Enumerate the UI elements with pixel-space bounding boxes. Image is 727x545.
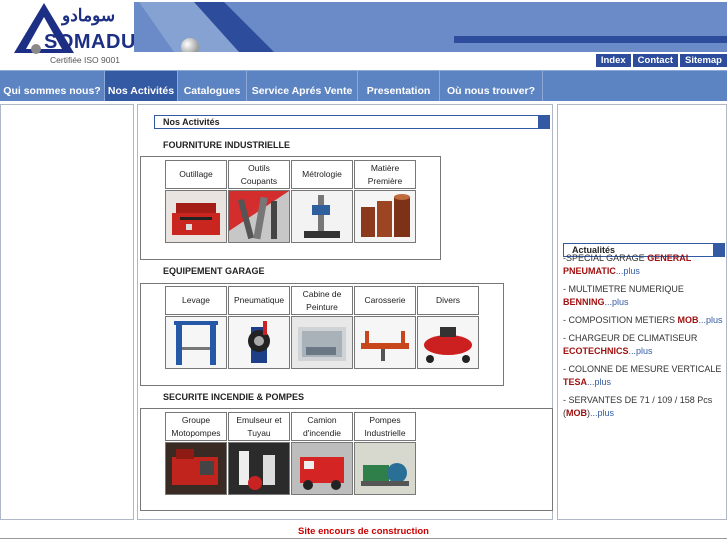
logo[interactable]: سومادو SOMADU Certifiée ISO 9001 xyxy=(0,0,136,70)
banner-band xyxy=(454,36,727,43)
item-label-outillage[interactable]: Outillage xyxy=(165,160,227,189)
news-brand: MOB xyxy=(677,315,699,325)
news-list: -SPECIAL GARAGE GENERAL PNEUMATIC...plus… xyxy=(563,252,723,425)
news-item: -SPECIAL GARAGE GENERAL PNEUMATIC...plus xyxy=(563,252,723,278)
heading-square-icon xyxy=(538,116,549,128)
news-plus-link[interactable]: ...plus xyxy=(616,266,640,276)
news-text: - COLONNE DE MESURE VERTICALE xyxy=(563,364,722,374)
item-label-divers[interactable]: Divers xyxy=(417,286,479,315)
image-emulseur-tuyau[interactable] xyxy=(228,442,290,495)
image-levage[interactable] xyxy=(165,316,227,369)
item-label-emulseur-tuyau[interactable]: Emulseur et Tuyau xyxy=(228,412,290,441)
nav-qui-sommes-nous[interactable]: Qui sommes nous? xyxy=(0,71,104,101)
news-text: -SPECIAL GARAGE xyxy=(563,253,648,263)
news-plus-link[interactable]: ...plus xyxy=(605,297,629,307)
index-link[interactable]: Index xyxy=(595,54,631,67)
category-title-securite: SECURITE INCENDIE & POMPES xyxy=(163,392,305,402)
category-title-fourniture: FOURNITURE INDUSTRIELLE xyxy=(163,140,290,150)
news-text: - COMPOSITION METIERS xyxy=(563,315,678,325)
activities-heading-text: Nos Activités xyxy=(163,117,220,127)
image-outillage[interactable] xyxy=(165,190,227,243)
news-item: - SERVANTES DE 71 / 109 / 158 Pcs (MOB).… xyxy=(563,394,723,420)
image-outils-coupants[interactable] xyxy=(228,190,290,243)
item-label-carosserie[interactable]: Carosserie xyxy=(354,286,416,315)
news-text: - CHARGEUR DE CLIMATISEUR xyxy=(563,333,698,343)
logo-arabic-text: سومادو xyxy=(62,6,116,26)
news-item: - COLONNE DE MESURE VERTICALE TESA...plu… xyxy=(563,363,723,389)
header-banner xyxy=(134,2,727,52)
iso-certification: Certifiée ISO 9001 xyxy=(50,55,120,65)
image-cabine-peinture[interactable] xyxy=(291,316,353,369)
banner-triangle-graphic xyxy=(139,2,274,52)
item-label-groupe-motopompes[interactable]: Groupe Motopompes xyxy=(165,412,227,441)
image-carosserie[interactable] xyxy=(354,316,416,369)
image-matiere-premiere[interactable] xyxy=(354,190,416,243)
image-camion-incendie[interactable] xyxy=(291,442,353,495)
nav-ou-nous-trouver[interactable]: Où nous trouver? xyxy=(439,71,543,101)
news-item: - CHARGEUR DE CLIMATISEUR ECOTECHNICS...… xyxy=(563,332,723,358)
sitemap-link[interactable]: Sitemap xyxy=(680,54,727,67)
item-label-pompes-industrielle[interactable]: Pompes Industrielle xyxy=(354,412,416,441)
item-label-levage[interactable]: Levage xyxy=(165,286,227,315)
top-links: Index Contact Sitemap xyxy=(595,54,727,67)
item-label-matiere-premiere[interactable]: Matière Première xyxy=(354,160,416,189)
item-label-camion-incendie[interactable]: Camion d'incendie xyxy=(291,412,353,441)
activities-panel: Nos Activités FOURNITURE INDUSTRIELLE Ou… xyxy=(137,104,553,520)
news-text: - MULTIMETRE NUMERIQUE xyxy=(563,284,684,294)
contact-link[interactable]: Contact xyxy=(632,54,679,67)
category-title-equipement: EQUIPEMENT GARAGE xyxy=(163,266,265,276)
item-label-pneumatique[interactable]: Pneumatique xyxy=(228,286,290,315)
page: سومادو SOMADU Certifiée ISO 9001 Index C… xyxy=(0,0,727,545)
item-label-cabine-peinture[interactable]: Cabine de Peinture xyxy=(291,286,353,315)
news-plus-link[interactable]: ...plus xyxy=(699,315,723,325)
right-column: Actualités -SPECIAL GARAGE GENERAL PNEUM… xyxy=(557,104,727,520)
footer-divider xyxy=(0,538,727,539)
news-plus-link[interactable]: ...plus xyxy=(590,408,614,418)
nav-presentation[interactable]: Presentation xyxy=(357,71,439,101)
left-column xyxy=(0,104,134,520)
news-brand: ECOTECHNICS xyxy=(563,346,629,356)
news-plus-link[interactable]: ...plus xyxy=(629,346,653,356)
news-item: - COMPOSITION METIERS MOB...plus xyxy=(563,314,723,327)
news-brand: TESA xyxy=(563,377,588,387)
news-plus-link[interactable]: ...plus xyxy=(587,377,611,387)
item-label-metrologie[interactable]: Métrologie xyxy=(291,160,353,189)
news-brand: MOB xyxy=(566,408,587,418)
image-metrologie[interactable] xyxy=(291,190,353,243)
activities-heading: Nos Activités xyxy=(154,115,550,129)
news-item: - MULTIMETRE NUMERIQUE BENNING...plus xyxy=(563,283,723,309)
logo-brand-text: SOMADU xyxy=(44,31,136,53)
construction-notice: Site encours de construction xyxy=(298,526,429,537)
news-brand: BENNING xyxy=(563,297,605,307)
image-divers[interactable] xyxy=(417,316,479,369)
item-label-outils-coupants[interactable]: Outils Coupants xyxy=(228,160,290,189)
main-navigation: Qui sommes nous? Nos Activités Catalogue… xyxy=(0,70,727,101)
image-pneumatique[interactable] xyxy=(228,316,290,369)
image-pompes-industrielle[interactable] xyxy=(354,442,416,495)
nav-nos-activites[interactable]: Nos Activités xyxy=(104,71,177,101)
image-groupe-motopompes[interactable] xyxy=(165,442,227,495)
nav-service-apres-vente[interactable]: Service Aprés Vente xyxy=(246,71,357,101)
nav-catalogues[interactable]: Catalogues xyxy=(177,71,246,101)
banner-sphere-icon xyxy=(181,38,199,52)
